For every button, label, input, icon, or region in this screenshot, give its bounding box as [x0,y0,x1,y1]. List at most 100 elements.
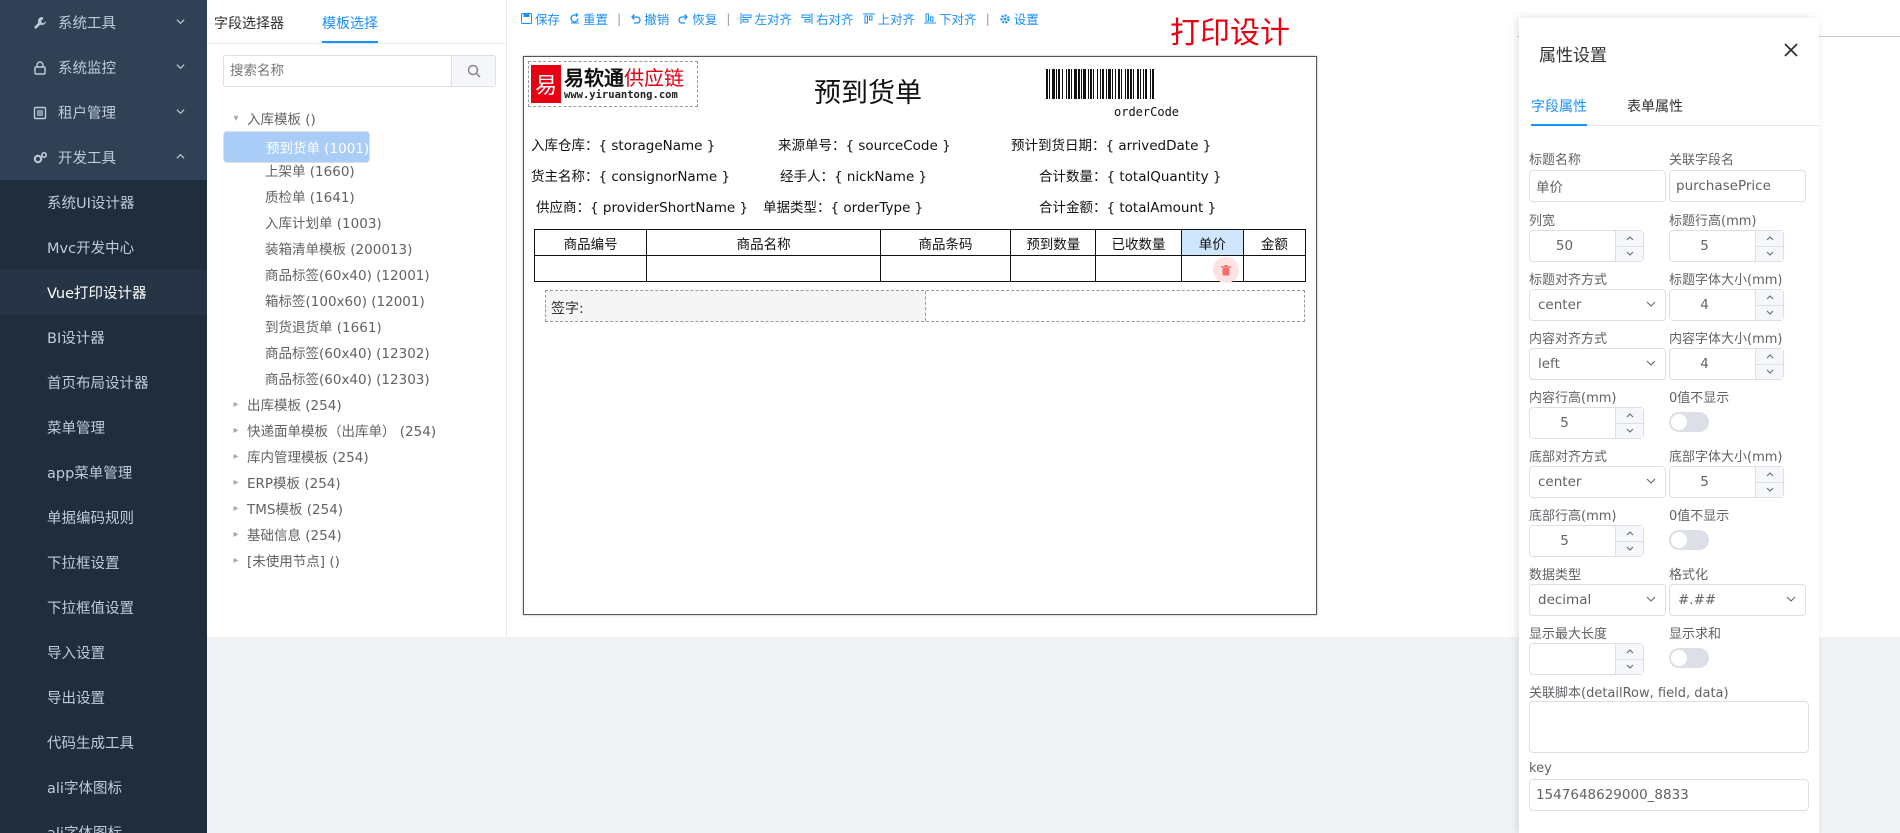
sidebar-item-ui-designer[interactable]: 系统UI设计器 [0,180,207,225]
tree-group-node[interactable]: ▸ 基础信息 (254) [223,521,499,547]
reset-button[interactable]: 重置 [569,9,608,28]
field-total-quantity[interactable]: 合计数量：{ totalQuantity } [1039,165,1221,185]
delete-column-button[interactable] [1213,257,1239,283]
caret-down-icon[interactable]: ▾ [231,113,241,124]
show-sum-toggle[interactable] [1669,648,1709,668]
menu-item-dev-tools[interactable]: 开发工具 [0,135,207,180]
script-textarea[interactable] [1529,701,1809,753]
signature-area[interactable]: 签字: [545,290,1305,322]
col-header[interactable]: 商品名称 [646,229,881,256]
tree-leaf-node[interactable]: 商品标签(60x40) (12303) [223,365,499,391]
tree-group-node[interactable]: ▸ 出库模板 (254) [223,391,499,417]
sidebar-item-export[interactable]: 导出设置 [0,675,207,720]
field-provider-short-name[interactable]: 供应商：{ providerShortName } [536,196,748,216]
col-header[interactable]: 商品条码 [879,229,1012,256]
increment-button[interactable] [1756,467,1783,483]
tab-template-select[interactable]: 模板选择 [322,13,378,43]
tree-leaf-node[interactable]: 质检单 (1641) [223,183,499,209]
caret-right-icon[interactable]: ▸ [231,399,241,410]
sidebar-item-code-rule[interactable]: 单据编码规则 [0,495,207,540]
tree-leaf-node[interactable]: 箱标签(100x60) (12001) [223,287,499,313]
caret-right-icon[interactable]: ▸ [231,529,241,540]
sidebar-item-dropdown[interactable]: 下拉框设置 [0,540,207,585]
table-cell[interactable] [646,255,881,282]
title-font-size-stepper[interactable]: 4 [1669,289,1784,321]
caret-right-icon[interactable]: ▸ [231,477,241,488]
table-cell[interactable] [879,255,1012,282]
col-header[interactable]: 预到数量 [1010,229,1097,256]
company-logo[interactable]: 易 易软通供应链 www.yiruantong.com [528,61,698,107]
sidebar-item-vue-print[interactable]: Vue打印设计器 [0,270,207,315]
tab-field-selector[interactable]: 字段选择器 [214,13,284,43]
sidebar-item-mvc[interactable]: Mvc开发中心 [0,225,207,270]
document-title[interactable]: 预到货单 [814,71,922,110]
menu-item-tenant[interactable]: 租户管理 [0,90,207,135]
content-align-select[interactable]: left [1529,348,1666,380]
bottom-line-height-stepper[interactable]: 5 [1529,525,1644,557]
search-input[interactable] [224,56,451,86]
tree-leaf-node[interactable]: 入库计划单 (1003) [223,209,499,235]
data-type-select[interactable]: decimal [1529,584,1666,616]
decrement-button[interactable] [1616,660,1643,675]
sidebar-item-dropdown-value[interactable]: 下拉框值设置 [0,585,207,630]
table-cell[interactable] [1010,255,1097,282]
title-name-input[interactable]: 单价 [1529,170,1666,202]
tree-leaf-node[interactable]: 商品标签(60x40) (12001) [223,261,499,287]
decrement-button[interactable] [1756,306,1783,321]
tree-group-node[interactable]: ▸ [未使用节点] () [223,547,499,573]
tree-leaf-node[interactable]: 装箱清单模板 (200013) [223,235,499,261]
barcode-image[interactable] [1046,69,1246,101]
field-arrived-date[interactable]: 预计到货日期：{ arrivedDate } [1011,134,1211,154]
sidebar-item-app-menu[interactable]: app菜单管理 [0,450,207,495]
tab-form-props[interactable]: 表单属性 [1627,90,1683,125]
zero-hide-toggle-2[interactable] [1669,530,1709,550]
field-order-type[interactable]: 单据类型：{ orderType } [763,196,923,216]
key-input[interactable]: 1547648629000_8833 [1529,779,1809,811]
format-select[interactable]: #.## [1669,584,1806,616]
col-width-stepper[interactable]: 50 [1529,230,1644,262]
tree-group-node[interactable]: ▸ 快递面单模板（出库单） (254) [223,417,499,443]
menu-item-system-monitor[interactable]: 系统监控 [0,45,207,90]
content-line-height-stepper[interactable]: 5 [1529,407,1644,439]
search-button[interactable] [451,56,495,86]
tree-leaf-node[interactable]: 预到货单 (1001) [223,131,371,163]
align-right-button[interactable]: 右对齐 [801,9,854,28]
tree-group-node[interactable]: ▸ ERP模板 (254) [223,469,499,495]
sidebar-item-ali-icon[interactable]: ali字体图标 [0,765,207,810]
bottom-align-select[interactable]: center [1529,466,1666,498]
increment-button[interactable] [1616,644,1643,660]
col-header[interactable]: 商品编号 [533,229,648,256]
tab-field-props[interactable]: 字段属性 [1531,90,1587,126]
max-length-stepper[interactable] [1529,643,1644,675]
decrement-button[interactable] [1756,247,1783,262]
decrement-button[interactable] [1616,247,1643,262]
menu-item-system-tools[interactable]: 系统工具 [0,0,207,45]
col-header[interactable]: 金额 [1242,229,1307,256]
field-source-code[interactable]: 来源单号：{ sourceCode } [778,134,951,154]
align-left-button[interactable]: 左对齐 [740,9,792,28]
increment-button[interactable] [1616,526,1643,542]
increment-button[interactable] [1616,408,1643,424]
tree-leaf-node[interactable]: 商品标签(60x40) (12302) [223,339,499,365]
table-cell[interactable] [1095,255,1182,282]
sidebar-item-import[interactable]: 导入设置 [0,630,207,675]
field-consignor-name[interactable]: 货主名称：{ consignorName } [531,165,730,185]
close-icon[interactable] [1783,42,1799,58]
tree-leaf-node[interactable]: 到货退货单 (1661) [223,313,499,339]
undo-button[interactable]: 撤销 [630,9,669,28]
decrement-button[interactable] [1756,365,1783,380]
align-bottom-button[interactable]: 下对齐 [924,9,977,28]
sidebar-item-menu-mgmt[interactable]: 菜单管理 [0,405,207,450]
increment-button[interactable] [1756,349,1783,365]
table-cell[interactable] [533,255,648,282]
caret-right-icon[interactable]: ▸ [231,451,241,462]
sidebar-item-codegen[interactable]: 代码生成工具 [0,720,207,765]
title-align-select[interactable]: center [1529,289,1666,321]
content-font-size-stepper[interactable]: 4 [1669,348,1784,380]
align-top-button[interactable]: 上对齐 [862,9,915,28]
caret-right-icon[interactable]: ▸ [231,555,241,566]
decrement-button[interactable] [1756,483,1783,498]
field-storage-name[interactable]: 入库仓库：{ storageName } [531,134,715,154]
decrement-button[interactable] [1616,424,1643,439]
bottom-font-size-stepper[interactable]: 5 [1669,466,1784,498]
